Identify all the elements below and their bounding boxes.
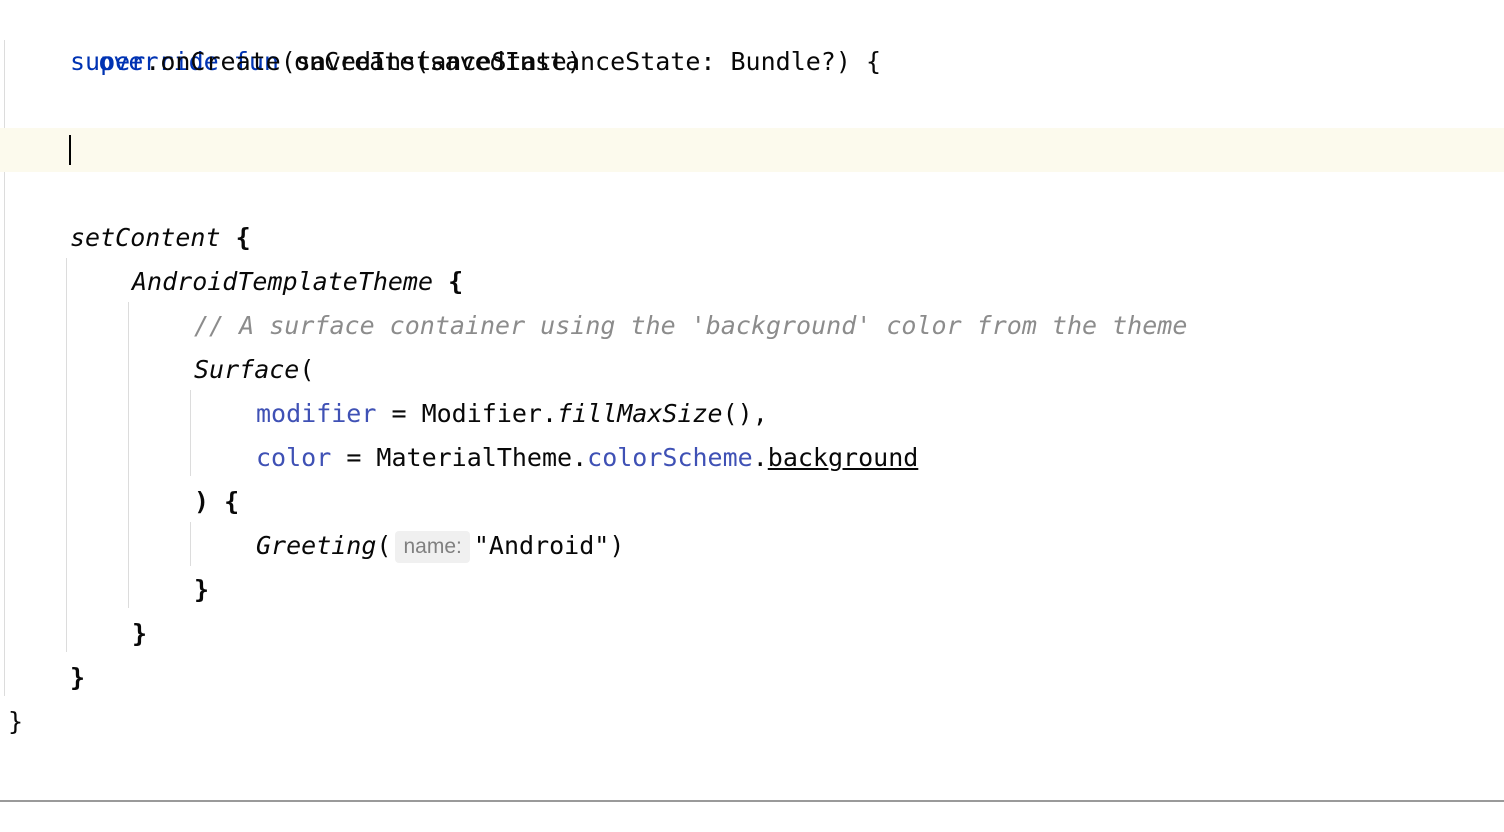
code-line[interactable] [0,84,1504,128]
current-line[interactable] [0,128,1504,172]
function-token: fillMaxSize [557,399,723,428]
code-line[interactable]: color = MaterialTheme.colorScheme.backgr… [0,436,1504,480]
code-line[interactable]: } [0,700,1504,744]
code-line[interactable]: modifier = Modifier.fillMaxSize(), [0,392,1504,436]
code-token: = Modifier. [376,399,558,428]
text-caret [69,135,71,165]
code-line[interactable]: ) { [0,480,1504,524]
code-token: { [433,267,464,296]
code-line[interactable]: override fun onCreate(savedInstanceState… [0,0,1504,76]
function-token: AndroidTemplateTheme [132,267,434,296]
code-token: ( [299,355,315,384]
named-param-token: modifier [256,399,377,428]
code-token: ) { [194,487,240,516]
code-line[interactable]: } [0,568,1504,612]
code-line[interactable]: // A surface container using the 'backgr… [0,304,1504,348]
code-editor[interactable]: override fun onCreate(savedInstanceState… [0,0,1504,802]
comment-token: // A surface container using the 'backgr… [194,311,1188,340]
property-token: colorScheme [587,443,753,472]
code-token: } [132,619,148,648]
code-line[interactable]: setContent { [0,216,1504,260]
code-token: (), [722,399,768,428]
code-token: { [220,223,251,252]
code-line[interactable]: Surface( [0,348,1504,392]
code-token: } [70,663,86,692]
code-line[interactable]: } [0,656,1504,700]
code-token: } [194,575,210,604]
parameter-name-hint: name: [395,531,470,563]
function-token: Greeting [256,531,377,560]
code-token: = MaterialTheme. [331,443,588,472]
code-token: ( [376,531,392,560]
string-token: "Android" [473,531,610,560]
code-line[interactable] [0,172,1504,216]
function-token: Surface [194,355,300,384]
property-token[interactable]: background [768,443,919,472]
function-token: setContent [70,223,221,252]
code-token: . [752,443,768,472]
code-line[interactable]: super.onCreate(savedInstanceState) [0,40,1504,84]
code-line[interactable]: AndroidTemplateTheme { [0,260,1504,304]
code-line[interactable]: } [0,612,1504,656]
code-token: } [8,707,24,736]
code-token: .onCreate(savedInstanceState) [145,47,582,76]
code-line[interactable]: Greeting(name: "Android") [0,524,1504,568]
code-token: ) [609,531,625,560]
keyword-token: super [70,47,146,76]
named-param-token: color [256,443,332,472]
